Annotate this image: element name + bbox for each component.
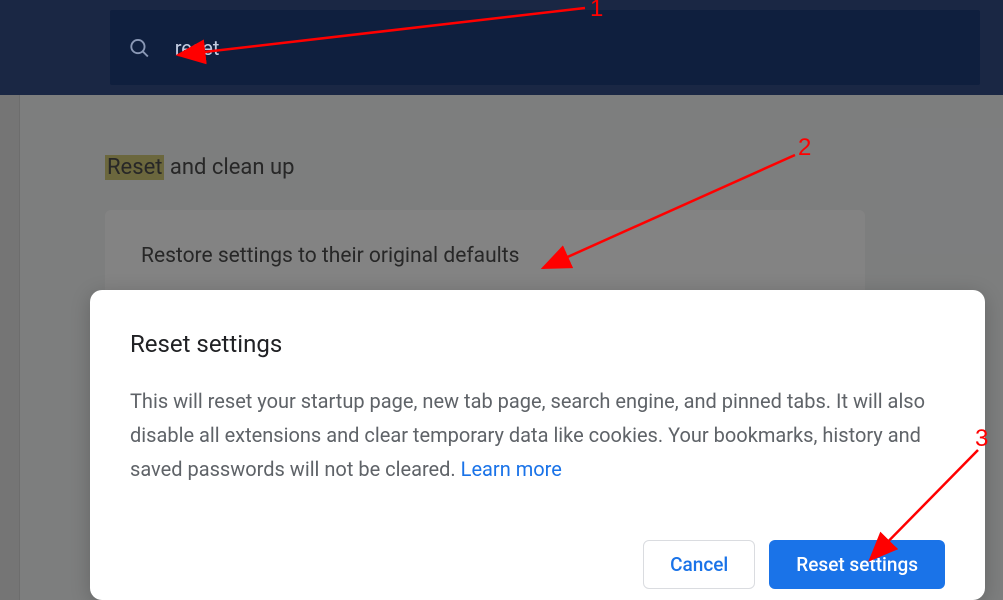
sidebar-edge bbox=[0, 95, 20, 600]
search-highlight: Reset bbox=[105, 155, 164, 180]
annotation-number-2: 2 bbox=[798, 134, 811, 162]
section-heading: Reset and clean up bbox=[105, 155, 294, 180]
section-heading-rest: and clean up bbox=[164, 155, 294, 180]
dialog-actions: Cancel Reset settings bbox=[643, 540, 945, 589]
cancel-button[interactable]: Cancel bbox=[643, 540, 755, 589]
search-header bbox=[0, 0, 1003, 95]
search-container[interactable] bbox=[110, 10, 980, 85]
learn-more-link[interactable]: Learn more bbox=[461, 457, 562, 481]
search-input[interactable] bbox=[175, 36, 980, 60]
annotation-number-3: 3 bbox=[975, 425, 988, 453]
search-icon bbox=[128, 36, 151, 60]
reset-settings-button[interactable]: Reset settings bbox=[769, 540, 945, 589]
restore-defaults-row[interactable]: Restore settings to their original defau… bbox=[105, 210, 865, 302]
restore-defaults-label: Restore settings to their original defau… bbox=[141, 244, 519, 268]
dialog-title: Reset settings bbox=[130, 330, 945, 358]
reset-settings-dialog: Reset settings This will reset your star… bbox=[90, 290, 985, 600]
annotation-number-1: 1 bbox=[590, 0, 603, 23]
dialog-body: This will reset your startup page, new t… bbox=[130, 384, 945, 486]
